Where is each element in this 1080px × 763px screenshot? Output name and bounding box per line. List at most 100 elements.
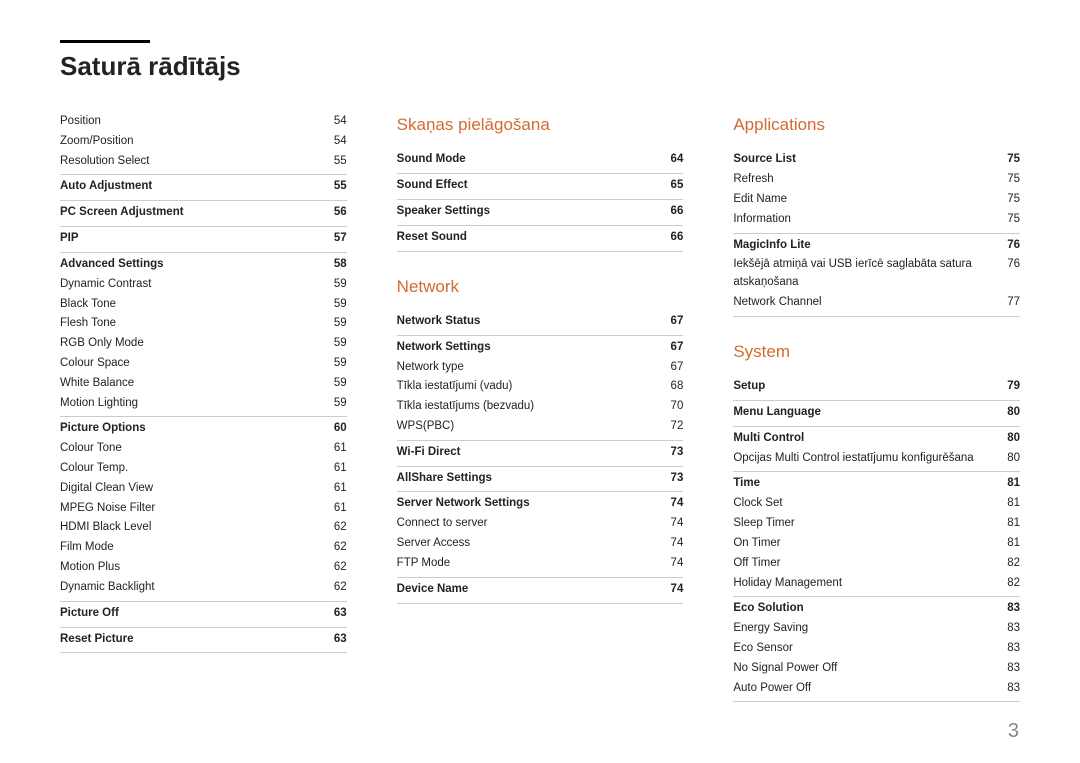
toc-item-row: FTP Mode74 [397,554,684,574]
toc-label: Network type [397,359,671,377]
toc-heading-row: Wi-Fi Direct73 [397,443,684,463]
toc-item-row: Dynamic Contrast59 [60,275,347,295]
toc-page: 82 [1007,575,1020,593]
toc-page: 57 [334,230,347,248]
toc-page: 55 [334,153,347,171]
toc-group: Sound Effect65 [397,173,684,199]
toc-page: 73 [671,444,684,462]
toc-label: Opcijas Multi Control iestatījumu konfig… [733,450,1007,468]
toc-label: Server Access [397,535,671,553]
toc-page: 59 [334,355,347,373]
toc-label: FTP Mode [397,555,671,573]
toc-item-row: Holiday Management82 [733,574,1020,594]
toc-group: Advanced Settings58Dynamic Contrast59Bla… [60,252,347,417]
toc-label: MagicInfo Lite [733,237,1007,255]
toc-label: Reset Sound [397,229,671,247]
toc-label: Black Tone [60,296,334,314]
toc-label: Setup [733,378,1007,396]
toc-item-row: Tīkla iestatījumi (vadu)68 [397,377,684,397]
toc-page: 66 [671,203,684,221]
toc-page: 61 [334,500,347,518]
toc-page: 59 [334,335,347,353]
toc-group: MagicInfo Lite76Iekšējā atmiņā vai USB i… [733,233,1020,317]
toc-item-row: No Signal Power Off83 [733,659,1020,679]
toc-page: 62 [334,579,347,597]
toc-heading-row: Time81 [733,474,1020,494]
toc-label: Colour Tone [60,440,334,458]
toc-group: Eco Solution83Energy Saving83Eco Sensor8… [733,596,1020,702]
toc-label: No Signal Power Off [733,660,1007,678]
toc-label: Speaker Settings [397,203,671,221]
toc-label: Sound Mode [397,151,671,169]
toc-page: 59 [334,315,347,333]
toc-page: 74 [671,555,684,573]
toc-group: Network Status67 [397,310,684,335]
toc-page: 73 [671,470,684,488]
toc-page: 62 [334,539,347,557]
toc-heading-row: Auto Adjustment55 [60,177,347,197]
toc-page: 83 [1007,680,1020,698]
toc-label: Motion Plus [60,559,334,577]
toc-label: Server Network Settings [397,495,671,513]
toc-heading-row: Picture Off63 [60,604,347,624]
toc-label: Resolution Select [60,153,334,171]
toc-item-row: On Timer81 [733,534,1020,554]
toc-label: Eco Solution [733,600,1007,618]
toc-page: 67 [671,339,684,357]
toc-label: On Timer [733,535,1007,553]
toc-label: Motion Lighting [60,395,334,413]
toc-item-row: Tīkla iestatījums (bezvadu)70 [397,397,684,417]
toc-heading-row: Menu Language80 [733,403,1020,423]
toc-label: Network Status [397,313,671,331]
toc-item-row: Resolution Select55 [60,152,347,172]
toc-label: Off Timer [733,555,1007,573]
column-1: Position54Zoom/Position54Resolution Sele… [60,110,347,702]
toc-group: Wi-Fi Direct73 [397,440,684,466]
toc-page: 75 [1007,151,1020,169]
toc-label: Reset Picture [60,631,334,649]
toc-page: 58 [334,256,347,274]
toc-page: 81 [1007,495,1020,513]
toc-heading-row: Reset Sound66 [397,228,684,248]
toc-label: Tīkla iestatījumi (vadu) [397,378,671,396]
toc-label: Time [733,475,1007,493]
toc-label: Tīkla iestatījums (bezvadu) [397,398,671,416]
toc-group: Sound Mode64 [397,148,684,173]
toc-label: Sound Effect [397,177,671,195]
toc-label: Auto Adjustment [60,178,334,196]
toc-heading-row: Setup79 [733,377,1020,397]
toc-page: 72 [671,418,684,436]
toc-page: 59 [334,375,347,393]
toc-label: Picture Options [60,420,334,438]
toc-page: 80 [1007,430,1020,448]
toc-page: 74 [671,535,684,553]
toc-page: 80 [1007,404,1020,422]
toc-item-row: Motion Lighting59 [60,394,347,414]
toc-page: 59 [334,296,347,314]
toc-page: 83 [1007,620,1020,638]
toc-group: Setup79 [733,375,1020,400]
toc-item-row: Edit Name75 [733,190,1020,210]
toc-label: AllShare Settings [397,470,671,488]
section-title: Applications [733,112,1020,138]
toc-group: PIP57 [60,226,347,252]
toc-page: 54 [334,133,347,151]
toc-group: Time81Clock Set81Sleep Timer81On Timer81… [733,471,1020,596]
toc-heading-row: Advanced Settings58 [60,255,347,275]
toc-label: Network Settings [397,339,671,357]
toc-page: 83 [1007,640,1020,658]
column-2: Skaņas pielāgošanaSound Mode64Sound Effe… [397,110,684,702]
toc-label: WPS(PBC) [397,418,671,436]
toc-label: Advanced Settings [60,256,334,274]
toc-group: AllShare Settings73 [397,466,684,492]
toc-page: 61 [334,440,347,458]
toc-page: 62 [334,519,347,537]
column-3: ApplicationsSource List75Refresh75Edit N… [733,110,1020,702]
toc-item-row: Black Tone59 [60,295,347,315]
toc-page: 74 [671,495,684,513]
toc-page: 64 [671,151,684,169]
toc-heading-row: AllShare Settings73 [397,469,684,489]
toc-heading-row: Sound Effect65 [397,176,684,196]
toc-heading-row: Source List75 [733,150,1020,170]
toc-page: 61 [334,480,347,498]
